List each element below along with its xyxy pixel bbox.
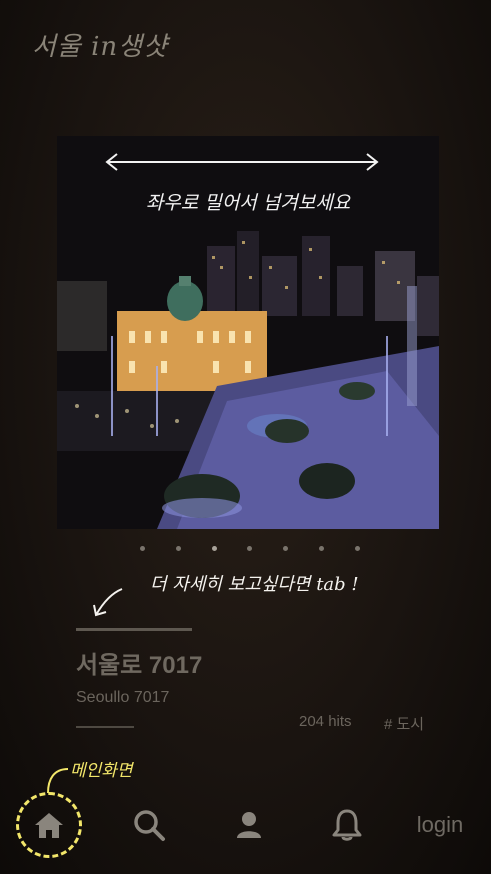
carousel-dot[interactable] (283, 545, 289, 551)
bell-icon (332, 809, 362, 841)
bottom-nav: login (0, 790, 491, 860)
swipe-hint: 좌우로 밀어서 넘겨보세요 (145, 192, 351, 214)
carousel-dot[interactable] (140, 545, 145, 551)
nav-notifications-button[interactable] (318, 790, 376, 860)
carousel-dot[interactable] (354, 545, 360, 551)
place-subtitle: Seoullo 7017 (76, 689, 170, 706)
carousel-dot[interactable] (247, 545, 253, 551)
nav-search-button[interactable] (120, 790, 178, 860)
carousel-dot[interactable] (175, 545, 181, 551)
divider (76, 726, 134, 728)
place-name[interactable]: 서울로 7017 (76, 645, 202, 680)
user-icon (237, 812, 261, 838)
photo-carousel[interactable]: 좌우로 밀어서 넘겨보세요 (57, 136, 439, 529)
search-icon (134, 810, 165, 841)
hit-count: 204 hits (299, 713, 352, 730)
divider (76, 628, 192, 631)
nav-profile-button[interactable] (220, 790, 278, 860)
carousel-dot[interactable] (319, 545, 325, 551)
carousel-dot-active[interactable] (211, 545, 217, 551)
carousel-indicator[interactable] (140, 544, 360, 552)
nav-home-button[interactable] (15, 790, 83, 860)
category-tag[interactable]: # 도시 (384, 713, 424, 734)
main-screen-hint: 메인화면 (70, 761, 133, 781)
app-title: 서울 in생샷 (32, 32, 169, 62)
hint-arrow-icon (93, 588, 123, 617)
tab-hint: 더 자세히 보고싶다면 tab ! (150, 574, 359, 595)
home-icon (35, 813, 63, 838)
login-button[interactable]: login (405, 790, 475, 860)
